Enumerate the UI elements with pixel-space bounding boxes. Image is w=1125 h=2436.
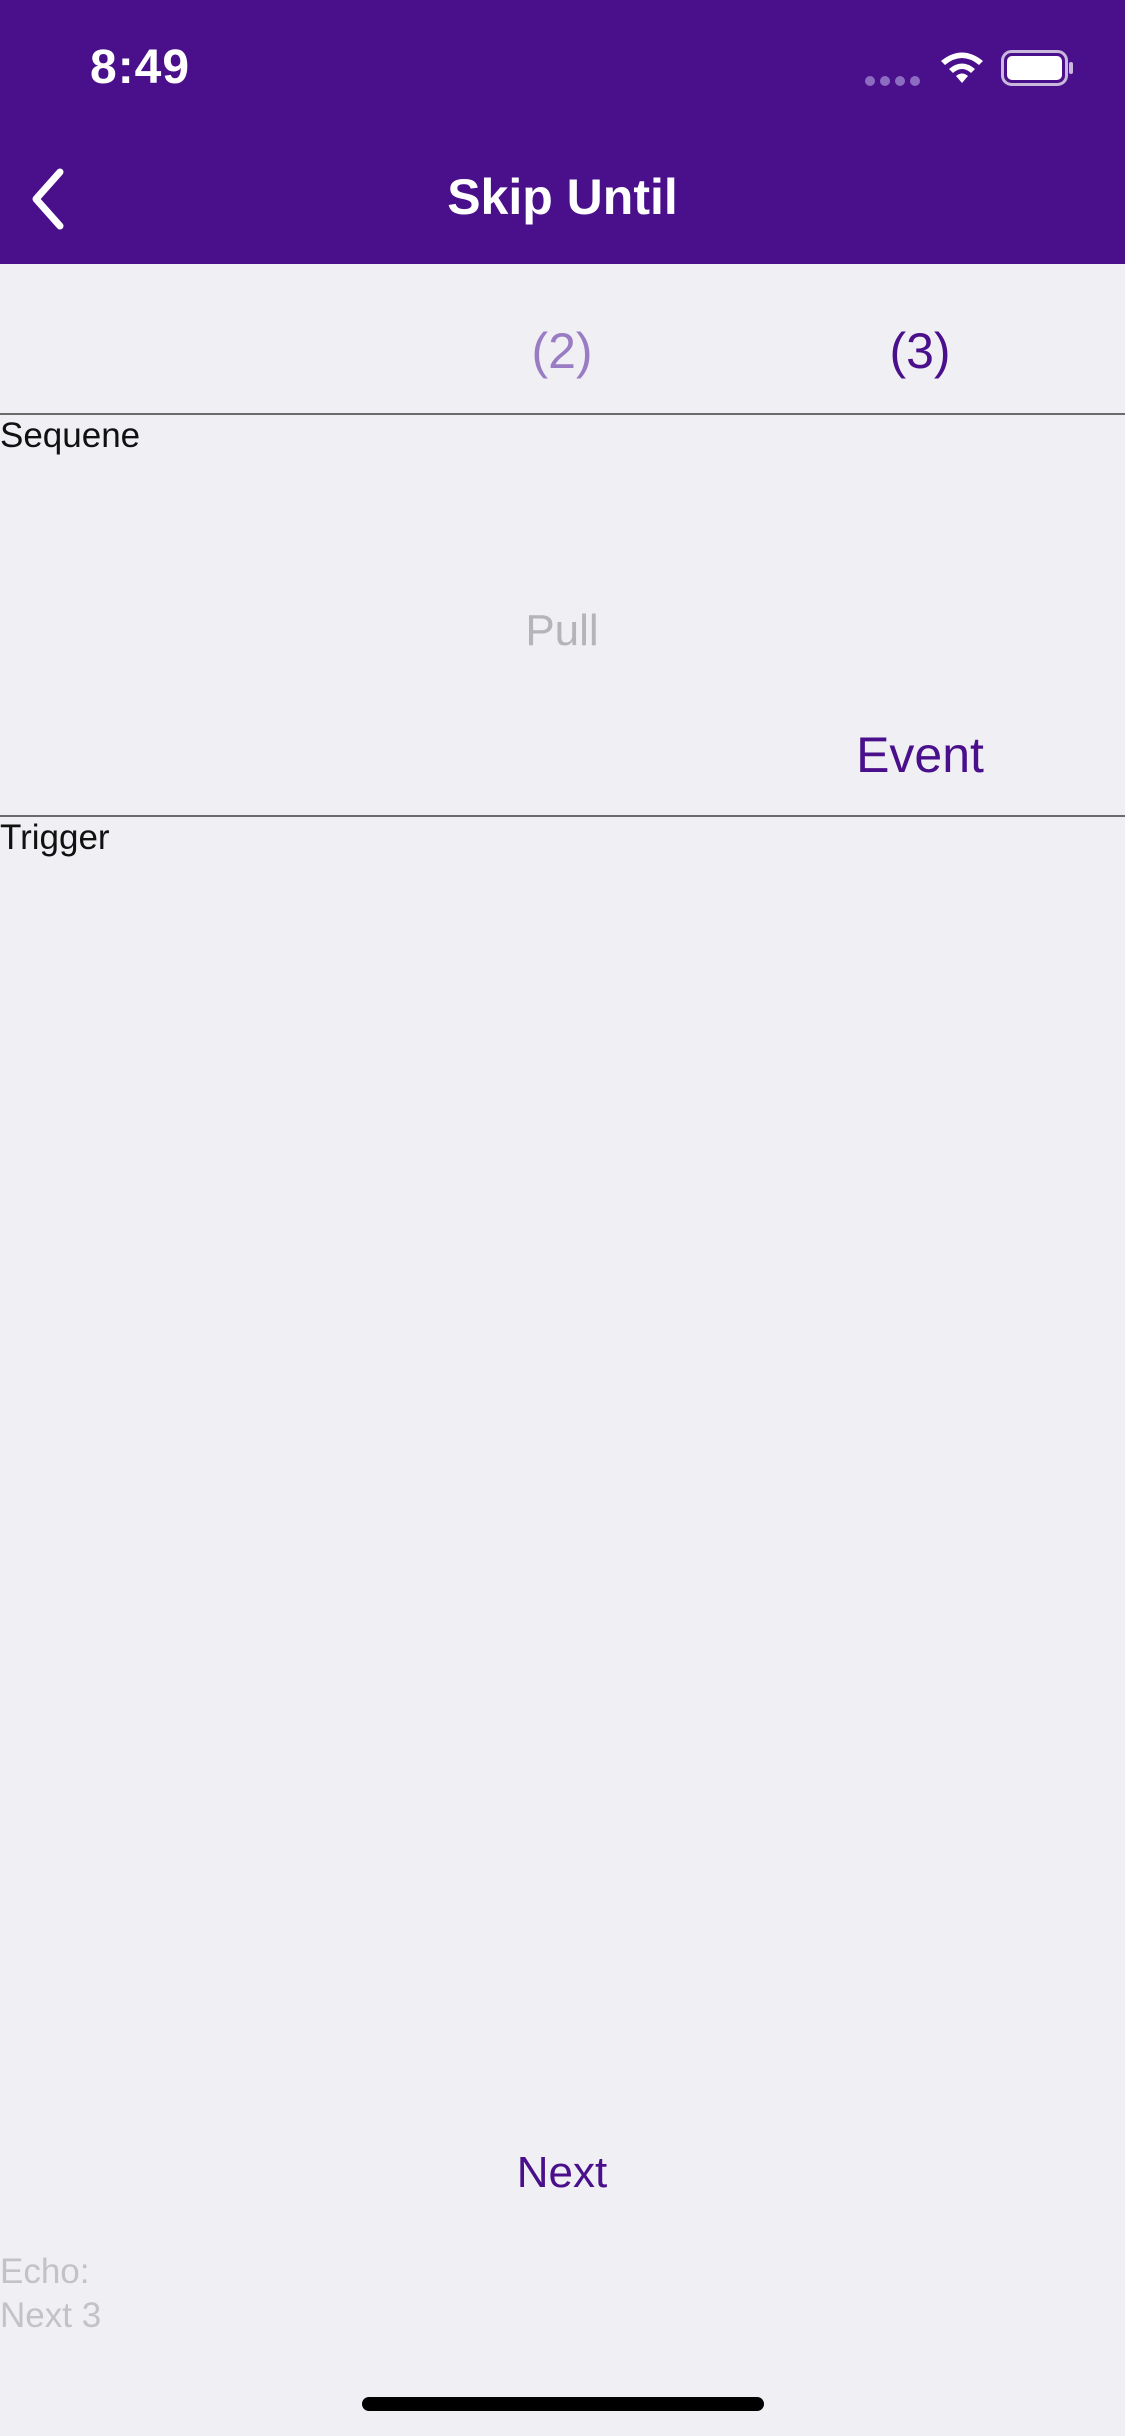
screen: 8:49 Skip Until (2) (3) Sequene Pull Eve… [0, 0, 1125, 2436]
echo-log: Echo: Next 3 [0, 2250, 101, 2338]
column-header-3: (3) [889, 323, 951, 379]
home-indicator[interactable] [362, 2397, 764, 2411]
cellular-signal-icon [865, 76, 925, 88]
column-header-2: (2) [531, 323, 593, 379]
status-indicators [865, 48, 1085, 88]
event-cell[interactable]: Event [820, 726, 1020, 784]
divider [0, 815, 1125, 817]
pull-cell: Pull [525, 606, 599, 655]
wifi-icon [941, 52, 983, 83]
echo-entry: Next 3 [0, 2296, 102, 2335]
sequence-row-label: Sequene [0, 416, 141, 455]
divider [0, 413, 1125, 415]
navigation-header: 8:49 Skip Until [0, 0, 1125, 264]
status-time: 8:49 [90, 41, 191, 94]
next-button[interactable]: Next [462, 2148, 662, 2198]
echo-title: Echo: [0, 2252, 90, 2291]
page-title: Skip Until [447, 169, 678, 225]
battery-icon [1001, 50, 1073, 86]
trigger-row-label: Trigger [0, 818, 110, 857]
